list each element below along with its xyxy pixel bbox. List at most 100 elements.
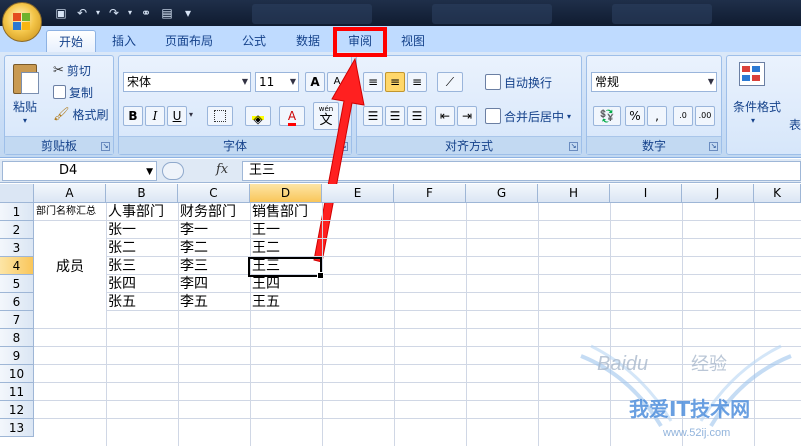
tab-home[interactable]: 开始 bbox=[46, 30, 96, 52]
fill-color-button[interactable]: ◈ bbox=[245, 106, 271, 126]
dialog-launcher-icon[interactable]: ↘ bbox=[569, 142, 578, 151]
redo-dropdown-icon[interactable]: ▾ bbox=[126, 5, 134, 21]
row-header-2[interactable]: 2 bbox=[0, 221, 34, 239]
column-header-d[interactable]: D bbox=[250, 184, 322, 203]
paste-dropdown-icon[interactable]: ▾ bbox=[23, 116, 27, 125]
redo-icon[interactable]: ↷ bbox=[105, 5, 123, 21]
wrap-text-button[interactable]: 自动换行 bbox=[485, 72, 552, 92]
row-header-6[interactable]: 6 bbox=[0, 293, 34, 311]
conditional-formatting-icon[interactable] bbox=[739, 62, 767, 90]
column-header-b[interactable]: B bbox=[106, 184, 178, 203]
row-header-4[interactable]: 4 bbox=[0, 257, 34, 275]
increase-indent-button[interactable]: ⇥ bbox=[457, 106, 477, 126]
dialog-launcher-icon[interactable]: ↘ bbox=[101, 142, 110, 151]
undo-icon[interactable]: ↶ bbox=[73, 5, 91, 21]
cell-b1[interactable]: 人事部门 bbox=[106, 203, 178, 221]
decrease-indent-button[interactable]: ⇤ bbox=[435, 106, 455, 126]
undo-dropdown-icon[interactable]: ▾ bbox=[94, 5, 102, 21]
format-painter-button[interactable]: 🖌 格式刷 bbox=[53, 104, 109, 124]
cell-d6[interactable]: 王五 bbox=[250, 293, 322, 311]
spreadsheet-grid[interactable]: A B C D E F G H I J K 1 2 3 4 5 6 7 8 9 … bbox=[0, 184, 801, 446]
align-bottom-button[interactable]: ≡ bbox=[407, 72, 427, 92]
format-as-table-button[interactable]: 表 bbox=[789, 116, 801, 133]
column-header-g[interactable]: G bbox=[466, 184, 538, 203]
save-icon[interactable]: ▣ bbox=[52, 5, 70, 21]
formula-bar-handle[interactable] bbox=[162, 162, 184, 180]
cell-d3[interactable]: 王二 bbox=[250, 239, 322, 257]
cell-c5[interactable]: 李四 bbox=[178, 275, 250, 293]
cell-b2[interactable]: 张一 bbox=[106, 221, 178, 239]
cell-b6[interactable]: 张五 bbox=[106, 293, 178, 311]
tab-insert[interactable]: 插入 bbox=[100, 30, 148, 52]
row-header-10[interactable]: 10 bbox=[0, 365, 34, 383]
bold-button[interactable]: B bbox=[123, 106, 143, 126]
column-header-i[interactable]: I bbox=[610, 184, 682, 203]
column-header-e[interactable]: E bbox=[322, 184, 394, 203]
column-header-c[interactable]: C bbox=[178, 184, 250, 203]
cell-c4[interactable]: 李三 bbox=[178, 257, 250, 275]
row-header-13[interactable]: 13 bbox=[0, 419, 34, 437]
cell-b3[interactable]: 张二 bbox=[106, 239, 178, 257]
row-header-12[interactable]: 12 bbox=[0, 401, 34, 419]
cell-c6[interactable]: 李五 bbox=[178, 293, 250, 311]
link-icon[interactable]: ⚭ bbox=[137, 5, 155, 21]
cut-button[interactable]: ✂ 剪切 bbox=[53, 60, 91, 80]
conditional-formatting-button[interactable]: 条件格式 bbox=[733, 98, 781, 115]
tab-formulas[interactable]: 公式 bbox=[230, 30, 278, 52]
cell-b4[interactable]: 张三 bbox=[106, 257, 178, 275]
percent-button[interactable]: % bbox=[625, 106, 645, 126]
paste-button[interactable]: 粘贴 bbox=[13, 98, 37, 115]
cell-c3[interactable]: 李二 bbox=[178, 239, 250, 257]
borders-button[interactable] bbox=[207, 106, 233, 126]
decrease-decimal-button[interactable]: .00 bbox=[695, 106, 715, 126]
cell-d2[interactable]: 王一 bbox=[250, 221, 322, 239]
paste-icon[interactable] bbox=[11, 60, 43, 96]
column-header-k[interactable]: K bbox=[754, 184, 801, 203]
select-all-corner[interactable] bbox=[0, 184, 34, 203]
tab-data[interactable]: 数据 bbox=[284, 30, 332, 52]
column-header-a[interactable]: A bbox=[34, 184, 106, 203]
tab-view[interactable]: 视图 bbox=[390, 30, 436, 52]
column-header-f[interactable]: F bbox=[394, 184, 466, 203]
row-header-1[interactable]: 1 bbox=[0, 203, 34, 221]
align-right-button[interactable]: ☰ bbox=[407, 106, 427, 126]
customize-toolbar-icon[interactable]: ▾ bbox=[179, 5, 197, 21]
copy-button[interactable]: 复制 bbox=[53, 82, 93, 102]
row-header-11[interactable]: 11 bbox=[0, 383, 34, 401]
align-middle-button[interactable]: ≡ bbox=[385, 72, 405, 92]
align-center-button[interactable]: ☰ bbox=[385, 106, 405, 126]
cell-c1[interactable]: 财务部门 bbox=[178, 203, 250, 221]
font-size-combo[interactable]: 11 ▼ bbox=[255, 72, 299, 92]
name-box[interactable]: D4 ▼ bbox=[2, 161, 157, 181]
tab-page-layout[interactable]: 页面布局 bbox=[154, 30, 224, 52]
row-header-8[interactable]: 8 bbox=[0, 329, 34, 347]
active-cell-cursor[interactable] bbox=[248, 257, 324, 279]
orientation-button[interactable]: ⟋ bbox=[437, 72, 463, 92]
row-header-9[interactable]: 9 bbox=[0, 347, 34, 365]
chevron-down-icon[interactable]: ▾ bbox=[751, 116, 755, 125]
insert-function-button[interactable]: fx bbox=[216, 162, 228, 177]
cell-d1[interactable]: 销售部门 bbox=[250, 203, 322, 221]
italic-button[interactable]: I bbox=[145, 106, 165, 126]
cell-a2-merged[interactable]: 成员 bbox=[34, 221, 106, 311]
row-header-5[interactable]: 5 bbox=[0, 275, 34, 293]
merge-center-button[interactable]: 合并后居中 ▾ bbox=[485, 106, 571, 126]
office-button[interactable] bbox=[2, 2, 42, 42]
cell-d5[interactable]: 王四 bbox=[250, 275, 322, 293]
cell-b5[interactable]: 张四 bbox=[106, 275, 178, 293]
underline-dropdown-icon[interactable]: ▾ bbox=[189, 110, 193, 119]
row-header-3[interactable]: 3 bbox=[0, 239, 34, 257]
number-format-combo[interactable]: 常规 ▼ bbox=[591, 72, 717, 92]
column-header-h[interactable]: H bbox=[538, 184, 610, 203]
underline-button[interactable]: U bbox=[167, 106, 187, 126]
comma-button[interactable]: , bbox=[647, 106, 667, 126]
increase-decimal-button[interactable]: .0 bbox=[673, 106, 693, 126]
cell-a1[interactable]: 部门名称汇总 bbox=[34, 203, 106, 221]
row-header-7[interactable]: 7 bbox=[0, 311, 34, 329]
column-header-j[interactable]: J bbox=[682, 184, 754, 203]
font-name-combo[interactable]: 宋体 ▼ bbox=[123, 72, 251, 92]
cell-c2[interactable]: 李一 bbox=[178, 221, 250, 239]
accounting-format-button[interactable]: 💱 bbox=[593, 106, 621, 126]
dialog-launcher-icon[interactable]: ↘ bbox=[709, 142, 718, 151]
form-icon[interactable]: ▤ bbox=[158, 5, 176, 21]
